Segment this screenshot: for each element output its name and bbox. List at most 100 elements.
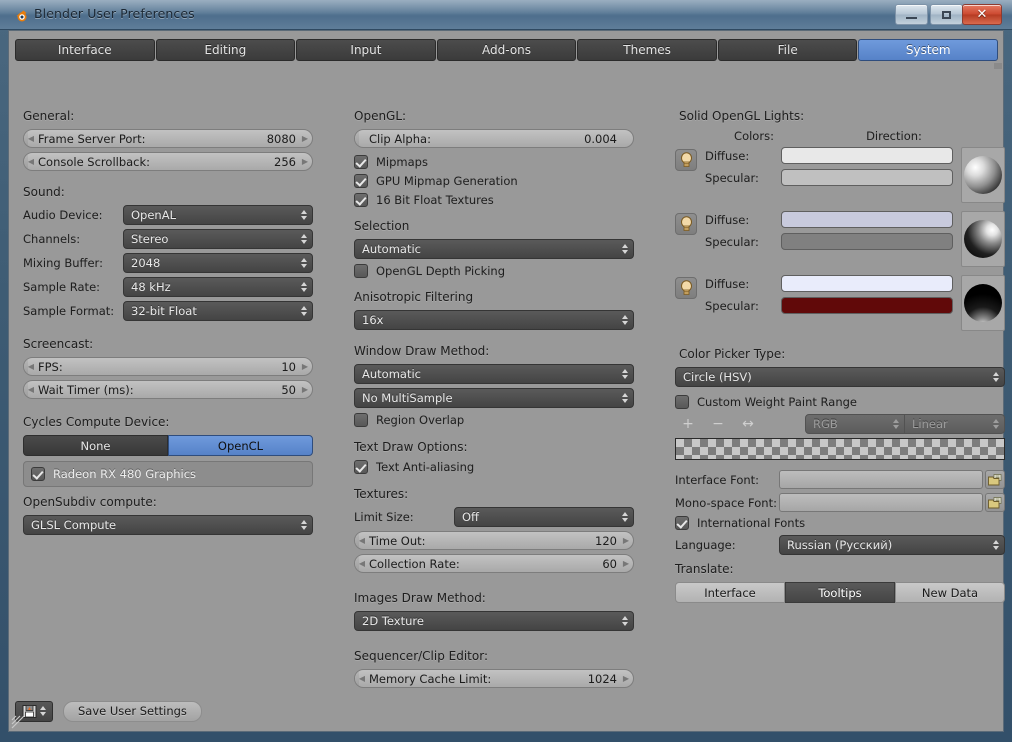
light-2-diffuse-swatch[interactable] (781, 211, 953, 228)
tab-input[interactable]: Input (296, 39, 436, 61)
language-dropdown[interactable]: Russian (Русский) (779, 535, 1005, 555)
resize-grip-icon[interactable] (11, 715, 25, 729)
limit-size-value: Off (462, 510, 479, 524)
folder-icon[interactable] (985, 470, 1005, 489)
region-overlap-checkbox[interactable]: Region Overlap (354, 413, 634, 427)
gpu-device-checkbox[interactable]: Radeon RX 480 Graphics (31, 467, 305, 481)
decrement-arrow-icon[interactable]: ◀ (355, 536, 369, 545)
light-2-direction-widget[interactable] (961, 211, 1005, 267)
international-fonts-label: International Fonts (697, 516, 806, 530)
opensubdiv-compute-dropdown[interactable]: GLSL Compute (23, 515, 313, 535)
custom-weight-paint-range-checkbox[interactable]: Custom Weight Paint Range (675, 395, 1005, 409)
decrement-arrow-icon[interactable]: ◀ (24, 134, 38, 143)
color-ramp-strip[interactable] (675, 438, 1005, 460)
fps-slider[interactable]: ◀ FPS: 10 ▶ (23, 357, 313, 376)
wait-timer-slider[interactable]: ◀ Wait Timer (ms): 50 ▶ (23, 380, 313, 399)
light-3-direction-widget[interactable] (961, 275, 1005, 331)
light-bulb-icon[interactable] (675, 149, 697, 171)
mipmaps-checkbox[interactable]: Mipmaps (354, 155, 634, 169)
light-3-specular-swatch[interactable] (781, 297, 953, 314)
decrement-arrow-icon[interactable]: ◀ (355, 559, 369, 568)
increment-arrow-icon[interactable]: ▶ (298, 157, 312, 166)
ramp-add-icon[interactable]: + (675, 415, 701, 433)
tab-label: Themes (623, 43, 671, 57)
increment-arrow-icon[interactable]: ▶ (298, 134, 312, 143)
minimize-button[interactable] (895, 4, 928, 25)
tab-themes[interactable]: Themes (577, 39, 717, 61)
light-1-diffuse-swatch[interactable] (781, 147, 953, 164)
ramp-interpolation-value: Linear (912, 417, 948, 431)
opengl-depth-picking-checkbox[interactable]: OpenGL Depth Picking (354, 264, 634, 278)
memory-cache-limit-slider[interactable]: ◀ Memory Cache Limit: 1024 ▶ (354, 669, 634, 688)
multisample-value: No MultiSample (362, 391, 453, 405)
limit-size-dropdown[interactable]: Off (454, 507, 634, 527)
tab-file[interactable]: File (717, 39, 858, 61)
light-1-direction-widget[interactable] (961, 147, 1005, 203)
cycles-compute-device-header: Cycles Compute Device: (23, 415, 170, 429)
decrement-arrow-icon[interactable]: ◀ (24, 157, 38, 166)
console-scrollback-slider[interactable]: ◀ Console Scrollback: 256 ▶ (23, 152, 313, 171)
decrement-arrow-icon[interactable]: ◀ (24, 362, 38, 371)
chevron-updown-icon (622, 369, 628, 379)
right-settings-column: Solid OpenGL Lights: Colors: Direction: (675, 107, 1005, 608)
increment-arrow-icon[interactable]: ▶ (619, 536, 633, 545)
light-bulb-icon[interactable] (675, 213, 697, 235)
ramp-interpolation-dropdown[interactable]: Linear (905, 414, 1005, 434)
save-user-settings-button[interactable]: Save User Settings (63, 700, 202, 722)
ramp-flip-icon[interactable]: ↔ (735, 415, 761, 433)
opensubdiv-header: OpenSubdiv compute: (23, 495, 157, 509)
tab-addons[interactable]: Add-ons (436, 39, 577, 61)
sample-format-dropdown[interactable]: 32-bit Float (123, 301, 313, 321)
close-button[interactable]: ✕ (962, 4, 1002, 25)
wait-timer-label: Wait Timer (ms): (38, 382, 134, 397)
clip-alpha-slider[interactable]: Clip Alpha: 0.004 (354, 129, 634, 148)
frame-server-port-slider[interactable]: ◀ Frame Server Port: 8080 ▶ (23, 129, 313, 148)
international-fonts-checkbox[interactable]: International Fonts (675, 516, 1005, 530)
light-2-specular-swatch[interactable] (781, 233, 953, 250)
float-textures-checkbox[interactable]: 16 Bit Float Textures (354, 193, 634, 207)
translate-interface-button[interactable]: Interface (675, 582, 785, 603)
text-antialiasing-checkbox[interactable]: Text Anti-aliasing (354, 460, 634, 474)
ramp-color-mode-dropdown[interactable]: RGB (805, 414, 905, 434)
opengl-header: OpenGL: (354, 109, 407, 123)
increment-arrow-icon[interactable]: ▶ (298, 362, 312, 371)
translate-tooltips-button[interactable]: Tooltips (785, 582, 895, 603)
gpu-mipmap-generation-label: GPU Mipmap Generation (376, 174, 518, 188)
increment-arrow-icon[interactable]: ▶ (619, 674, 633, 683)
increment-arrow-icon[interactable]: ▶ (619, 559, 633, 568)
increment-arrow-icon[interactable]: ▶ (298, 385, 312, 394)
light-3-diffuse-swatch[interactable] (781, 275, 953, 292)
sample-rate-dropdown[interactable]: 48 kHz (123, 277, 313, 297)
time-out-value: 120 (595, 533, 617, 548)
decrement-arrow-icon[interactable]: ◀ (355, 674, 369, 683)
cycles-device-opencl-button[interactable]: OpenCL (168, 435, 313, 456)
selection-dropdown[interactable]: Automatic (354, 239, 634, 259)
channels-dropdown[interactable]: Stereo (123, 229, 313, 249)
collection-rate-slider[interactable]: ◀ Collection Rate: 60 ▶ (354, 554, 634, 573)
chevron-updown-icon (40, 706, 46, 716)
images-draw-method-dropdown[interactable]: 2D Texture (354, 611, 634, 631)
folder-icon[interactable] (985, 493, 1005, 512)
time-out-slider[interactable]: ◀ Time Out: 120 ▶ (354, 531, 634, 550)
translate-new-data-button[interactable]: New Data (895, 582, 1005, 603)
mixing-buffer-dropdown[interactable]: 2048 (123, 253, 313, 273)
color-picker-type-dropdown[interactable]: Circle (HSV) (675, 367, 1005, 387)
tab-interface[interactable]: Interface (15, 39, 155, 61)
anisotropic-filtering-dropdown[interactable]: 16x (354, 310, 634, 330)
multisample-dropdown[interactable]: No MultiSample (354, 388, 634, 408)
tab-system[interactable]: System (858, 39, 999, 61)
screencast-header: Screencast: (23, 337, 94, 351)
light-1-specular-swatch[interactable] (781, 169, 953, 186)
tab-editing[interactable]: Editing (155, 39, 296, 61)
maximize-button[interactable] (930, 4, 963, 25)
cycles-device-none-button[interactable]: None (23, 435, 168, 456)
window-draw-method-dropdown[interactable]: Automatic (354, 364, 634, 384)
interface-font-input[interactable] (779, 470, 983, 489)
audio-device-dropdown[interactable]: OpenAL (123, 205, 313, 225)
decrement-arrow-icon[interactable]: ◀ (24, 385, 38, 394)
light-bulb-icon[interactable] (675, 277, 697, 299)
ramp-remove-icon[interactable]: − (705, 415, 731, 433)
gpu-mipmap-generation-checkbox[interactable]: GPU Mipmap Generation (354, 174, 634, 188)
checkbox-icon (354, 264, 368, 278)
mono-font-input[interactable] (779, 493, 983, 512)
